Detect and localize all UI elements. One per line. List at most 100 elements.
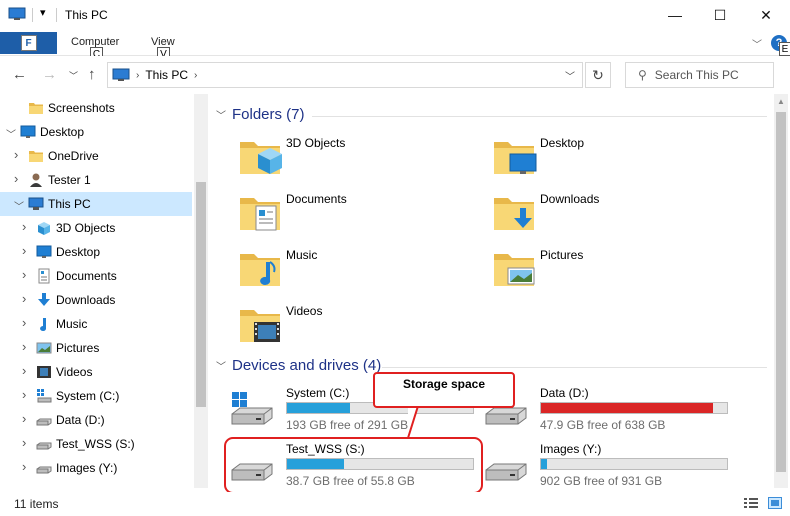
drives-header[interactable]: ﹀ Devices and drives (4) (216, 357, 381, 374)
file-tab[interactable]: F (0, 32, 57, 54)
drive-name: System (C:) (286, 386, 350, 400)
search-box[interactable]: ⚲ (625, 62, 774, 88)
chevron-right-icon[interactable]: › (22, 267, 26, 282)
tree-item-label: Downloads (56, 293, 116, 307)
tree-item[interactable]: › Videos (0, 360, 192, 384)
chevron-right-icon[interactable]: › (22, 219, 26, 234)
tree-item[interactable]: Screenshots (0, 96, 192, 120)
chevron-right-icon[interactable]: › (136, 70, 139, 81)
folders-header[interactable]: ﹀ Folders (7) (216, 106, 305, 123)
tree-item-label: Data (D:) (56, 413, 105, 427)
content-scrollbar[interactable]: ▲ (774, 94, 788, 488)
tree-item-label: Screenshots (48, 101, 115, 115)
forward-arrow-icon[interactable]: → (42, 66, 57, 83)
drive-icon (480, 444, 530, 488)
chevron-right-icon[interactable]: › (22, 387, 26, 402)
video-icon (36, 364, 52, 380)
folder-tile[interactable]: Downloads (490, 188, 710, 238)
content-pane: ﹀ Folders (7) 3D Objects Desktop Documents… (212, 94, 772, 488)
scrollbar-thumb[interactable] (196, 182, 206, 407)
download-icon (36, 292, 52, 308)
tree-item[interactable]: › 3D Objects (0, 216, 192, 240)
scrollbar-thumb[interactable] (776, 112, 786, 472)
tree-item[interactable]: › Pictures (0, 336, 192, 360)
drive-usage-fill (287, 403, 350, 413)
folder-label: Documents (286, 192, 347, 206)
folder-tile[interactable]: 3D Objects (236, 132, 456, 182)
tree-item-label: Documents (56, 269, 117, 283)
tree-item[interactable]: ﹀ Desktop (0, 120, 192, 144)
drive-name: Images (Y:) (540, 442, 602, 456)
tree-item[interactable]: › OneDrive (0, 144, 192, 168)
navigation-scrollbar[interactable] (194, 94, 208, 488)
quick-access-dropdown-icon[interactable]: ▾ (40, 6, 46, 19)
folder-tile[interactable]: Documents (236, 188, 456, 238)
tree-item-label: Desktop (56, 245, 101, 259)
folder-tile[interactable]: Videos (236, 300, 456, 350)
chevron-right-icon[interactable]: › (22, 315, 26, 330)
user-icon (28, 172, 44, 188)
details-view-icon[interactable] (744, 497, 758, 509)
chevron-right-icon[interactable]: › (22, 363, 26, 378)
folder-tile[interactable]: Music (236, 244, 456, 294)
folder-icon (28, 148, 44, 164)
tree-item[interactable]: › Tester 1 (0, 168, 192, 192)
chevron-down-icon[interactable]: ﹀ (216, 358, 226, 373)
title-bar: ▾ This PC — ☐ ✕ (0, 0, 790, 30)
download-icon (490, 188, 538, 236)
chevron-right-icon[interactable]: › (22, 291, 26, 306)
ribbon-expand-icon[interactable]: ﹀ (752, 36, 762, 51)
pc-icon (28, 196, 44, 212)
address-bar[interactable]: › This PC › ﹀ (107, 62, 583, 88)
close-button[interactable]: ✕ (743, 0, 789, 30)
tree-item[interactable]: › Test_WSS (S:) (0, 432, 192, 456)
search-input[interactable] (654, 68, 765, 82)
navigation-pane: Screenshots ﹀ Desktop › OneDrive › Tester 1 ﹀ Th… (0, 94, 194, 488)
address-text[interactable]: This PC (145, 68, 188, 82)
cube-icon (236, 132, 284, 180)
tree-item[interactable]: › Music (0, 312, 192, 336)
chevron-down-icon[interactable]: ﹀ (6, 126, 16, 141)
tree-item[interactable]: › Data (D:) (0, 408, 192, 432)
maximize-button[interactable]: ☐ (697, 0, 743, 30)
tree-item[interactable]: › Desktop (0, 240, 192, 264)
chevron-down-icon[interactable]: ﹀ (14, 198, 24, 213)
tree-item-label: OneDrive (48, 149, 99, 163)
refresh-button[interactable]: ↻ (585, 62, 611, 88)
folder-label: 3D Objects (286, 136, 346, 150)
drive-tile[interactable]: Data (D:) 47.9 GB free of 638 GB (480, 384, 730, 436)
chevron-right-icon[interactable]: › (22, 411, 26, 426)
tree-item-label: 3D Objects (56, 221, 116, 235)
chevron-right-icon[interactable]: › (14, 147, 18, 162)
tree-item[interactable]: › Documents (0, 264, 192, 288)
chevron-right-icon[interactable]: › (22, 243, 26, 258)
folder-label: Pictures (540, 248, 584, 262)
chevron-right-icon[interactable]: › (14, 171, 18, 186)
document-icon (236, 188, 284, 236)
tree-item[interactable]: › Downloads (0, 288, 192, 312)
chevron-down-icon[interactable]: ﹀ (216, 107, 226, 122)
chevron-right-icon[interactable]: › (22, 435, 26, 450)
scroll-up-icon[interactable]: ▲ (777, 97, 785, 106)
pc-icon[interactable] (8, 7, 26, 21)
up-arrow-icon[interactable]: ↑ (88, 66, 96, 83)
tree-item[interactable]: › Images (Y:) (0, 456, 192, 480)
drive-name: Data (D:) (540, 386, 589, 400)
drive-icon (36, 412, 52, 428)
back-arrow-icon[interactable]: ← (12, 66, 27, 83)
tree-item[interactable]: › System (C:) (0, 384, 192, 408)
tree-item[interactable]: ﹀ This PC (0, 192, 192, 216)
picture-icon (490, 244, 538, 292)
recent-locations-icon[interactable]: ﹀ (69, 69, 78, 82)
folder-label: Downloads (540, 192, 600, 206)
annotation-callout: Storage space (373, 372, 515, 408)
address-dropdown-icon[interactable]: ﹀ (558, 63, 582, 87)
folder-tile[interactable]: Pictures (490, 244, 710, 294)
chevron-right-icon[interactable]: › (22, 459, 26, 474)
chevron-right-icon[interactable]: › (194, 70, 197, 81)
large-icons-view-icon[interactable] (768, 497, 782, 509)
folder-tile[interactable]: Desktop (490, 132, 710, 182)
minimize-button[interactable]: — (652, 0, 698, 30)
drive-tile[interactable]: Images (Y:) 902 GB free of 931 GB (480, 440, 730, 492)
chevron-right-icon[interactable]: › (22, 339, 26, 354)
